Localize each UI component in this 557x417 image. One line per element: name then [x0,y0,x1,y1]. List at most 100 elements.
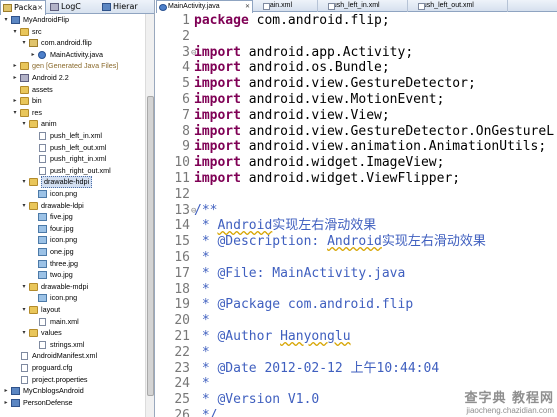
folder-icon [20,27,29,36]
project-icon [11,398,20,407]
library-icon [20,74,29,82]
code-area[interactable]: 1 package com.android.flip; 2 3 ⊖ import andr… [156,13,557,417]
image-file-icon [38,271,47,280]
tab-label: MainActivity.java [168,3,220,10]
javadoc-token: * @Author [194,329,281,344]
code-text: import android.os.Bundle; [194,60,390,76]
file-icon [39,317,46,326]
javadoc-token: Android [327,234,382,250]
collapse-arrow-icon[interactable]: ▾ [20,304,28,316]
tree-item-label: src [32,26,42,36]
code-text: * @Description: Android实现左右滑动效果 [194,234,486,250]
javadoc-token: * @Description: [194,234,328,250]
collapse-arrow-icon[interactable]: ▾ [20,37,28,49]
tab-push-left-out-xml[interactable]: push_left_out.xml [408,0,508,12]
xml-file-icon [263,3,270,10]
expand-arrow-icon[interactable]: ▸ [11,95,19,107]
line-number: 21 [174,329,190,344]
code-line: 3 ⊖ import android.app.Activity; [156,45,557,61]
expand-arrow-icon[interactable]: ▸ [2,397,10,409]
expand-arrow-icon[interactable]: ▸ [2,385,10,397]
tree-item-label: push_right_in.xml [50,154,107,164]
file-icon [39,132,46,140]
tab-label: Packa [14,3,38,12]
line-number: 11 [174,171,190,186]
tree-item-label: anim [41,119,57,129]
javadoc-token: * [194,218,218,234]
image-file-icon [38,224,47,233]
expand-arrow-icon[interactable]: ▸ [11,60,19,72]
tree-item-label: icon.png [50,293,78,303]
tab-package-explorer[interactable]: Packa ✕ [0,0,46,15]
close-icon[interactable]: ✕ [37,1,43,15]
close-icon[interactable]: ✕ [245,1,250,13]
collapse-arrow-icon[interactable]: ▾ [20,176,28,188]
keyword-token: import [194,92,241,107]
file-icon [39,166,46,175]
line-number: 12 [174,186,190,202]
watermark-title: 查字典 教程网 [464,391,554,406]
code-token: android.app.Activity; [240,44,414,60]
image-file-icon [38,248,47,256]
package-icon [29,39,38,48]
tree-item-label: three.jpg [50,258,78,268]
code-token: android.view.View; [240,107,390,123]
tree-item-label: four.jpg [50,223,74,233]
expand-arrow-icon[interactable]: ▸ [29,49,37,61]
javadoc-token: * [194,250,210,265]
collapse-arrow-icon[interactable]: ▾ [2,14,10,26]
folder-icon [29,329,38,338]
folder-icon [29,201,38,210]
tree-item-label: push_right_out.xml [50,165,111,175]
tab-push-left-in-xml[interactable]: push_left_in.xml [318,0,408,12]
javadoc-token: Android [217,218,273,234]
tree-item-label: push_left_out.xml [50,142,107,152]
code-line: 22 * [156,345,557,361]
code-text: import android.view.MotionEvent; [194,92,444,108]
keyword-token: import [194,171,241,186]
java-file-icon [38,50,46,59]
javadoc-token: * [194,376,210,392]
javadoc-token: * [194,313,210,329]
tree-item-label: drawable-ldpi [41,200,84,210]
left-panel-tab-bar: Packa ✕ LogC Hierar [0,0,154,15]
code-text: import android.view.GestureDetector.OnGe… [194,124,554,140]
collapse-arrow-icon[interactable]: ▾ [20,118,28,130]
expand-arrow-icon[interactable]: ▸ [11,72,19,84]
folder-icon [20,85,29,94]
collapse-arrow-icon[interactable]: ▾ [11,107,19,119]
project-tree: ▾ MyAndroidFlip ▾ src ▾ com.android.flip ▸ Main… [0,14,145,417]
scrollbar-thumb[interactable] [147,96,154,396]
folder-icon [20,108,29,117]
tab-main-xml[interactable]: main.xml [253,0,318,12]
tab-mainactivity-java[interactable]: MainActivity.java ✕ [156,0,253,13]
folder-icon [20,97,29,106]
tree-item-label: push_left_in.xml [50,131,102,140]
project-icon [11,387,20,396]
code-text: import android.view.View; [194,108,390,124]
folder-icon [29,306,38,314]
code-text: * @Version V1.0 [194,392,319,408]
code-text: * [194,313,210,329]
tree-item-label: assets [32,84,53,94]
line-number: 6 [182,92,190,107]
collapse-arrow-icon[interactable]: ▾ [11,26,19,38]
collapse-arrow-icon[interactable]: ▾ [20,327,28,339]
line-number: 3 [182,44,190,60]
folder-icon [20,62,29,71]
file-icon [21,375,28,384]
tab-logcat[interactable]: LogC [48,0,98,14]
line-number: 2 [182,28,190,44]
code-line: 21 * @Author Hanyonglu [156,329,557,345]
keyword-token: import [194,107,241,123]
tab-label: push_left_out.xml [419,2,474,9]
collapse-arrow-icon[interactable]: ▾ [20,281,28,293]
code-text: import android.view.GestureDetector; [194,76,476,92]
code-line: 23 * @Date 2012-02-12 上午10:44:04 [156,361,557,377]
collapse-arrow-icon[interactable]: ▾ [20,200,28,212]
tree-item-label: main.xml [50,316,79,326]
code-text: * [194,282,210,298]
tree-scrollbar[interactable] [145,14,154,417]
tab-hierarchy[interactable]: Hierar [100,0,154,14]
file-icon [39,155,46,164]
